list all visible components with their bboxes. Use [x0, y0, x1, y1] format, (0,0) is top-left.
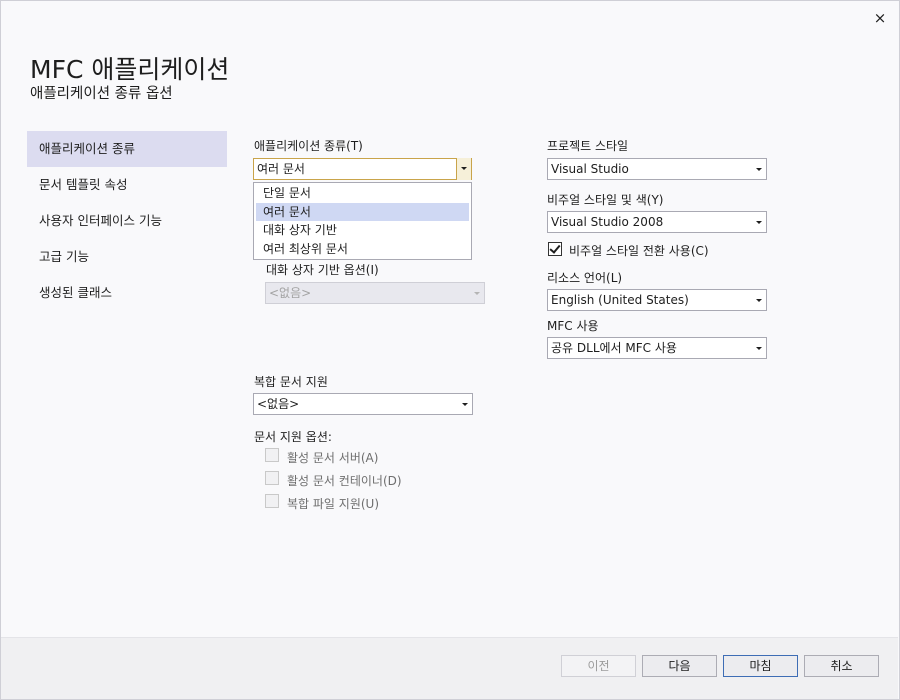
nav-item-generated-classes[interactable]: 생성된 클래스 — [27, 275, 227, 311]
active-doc-container-label: 활성 문서 컨테이너(D) — [287, 474, 402, 488]
chevron-down-icon[interactable] — [752, 338, 766, 358]
active-doc-server-label: 활성 문서 서버(A) — [287, 451, 379, 465]
mfc-use-select[interactable]: 공유 DLL에서 MFC 사용 — [547, 337, 767, 359]
mfc-use-label: MFC 사용 — [547, 319, 599, 333]
compound-doc-select[interactable]: <없음> — [253, 393, 473, 415]
cancel-button[interactable]: 취소 — [804, 655, 879, 677]
dialog-options-select: <없음> — [265, 282, 485, 304]
mfc-use-value: 공유 DLL에서 MFC 사용 — [551, 341, 677, 355]
nav-item-document-template[interactable]: 문서 템플릿 속성 — [27, 167, 227, 203]
app-type-value: 여러 문서 — [257, 162, 305, 176]
dialog-options-label: 대화 상자 기반 옵션(I) — [266, 263, 379, 277]
app-type-option-dialog[interactable]: 대화 상자 기반 — [256, 221, 469, 240]
chevron-down-icon[interactable] — [456, 158, 471, 180]
compound-doc-label: 복합 문서 지원 — [254, 375, 328, 389]
project-style-select[interactable]: Visual Studio — [547, 158, 767, 180]
resource-language-select[interactable]: English (United States) — [547, 289, 767, 311]
project-style-value: Visual Studio — [551, 162, 629, 176]
app-type-dropdown-list: 단일 문서 여러 문서 대화 상자 기반 여러 최상위 문서 — [253, 182, 472, 260]
finish-button[interactable]: 마침 — [723, 655, 798, 677]
compound-file-label: 복합 파일 지원(U) — [287, 497, 380, 511]
project-style-label: 프로젝트 스타일 — [547, 139, 629, 153]
app-type-label: 애플리케이션 종류(T) — [254, 139, 363, 153]
chevron-down-icon — [470, 283, 484, 303]
app-type-option-single[interactable]: 단일 문서 — [256, 184, 469, 203]
page-title: MFC 애플리케이션 — [30, 55, 230, 84]
dialog-options-value: <없음> — [269, 286, 312, 300]
visual-style-label: 비주얼 스타일 및 색(Y) — [547, 193, 664, 207]
doc-support-label: 문서 지원 옵션: — [254, 430, 332, 444]
app-type-select[interactable]: 여러 문서 — [253, 158, 472, 180]
nav-item-user-interface[interactable]: 사용자 인터페이스 기능 — [27, 203, 227, 239]
nav-item-advanced[interactable]: 고급 기능 — [27, 239, 227, 275]
page-subtitle: 애플리케이션 종류 옵션 — [30, 86, 173, 102]
app-type-option-multiple[interactable]: 여러 문서 — [256, 202, 469, 221]
compound-file-checkbox — [265, 494, 279, 508]
visual-style-select[interactable]: Visual Studio 2008 — [547, 211, 767, 233]
style-switch-checkbox[interactable] — [548, 242, 562, 256]
next-button[interactable]: 다음 — [642, 655, 717, 677]
nav-item-application-type[interactable]: 애플리케이션 종류 — [27, 131, 227, 167]
chevron-down-icon[interactable] — [752, 290, 766, 310]
wizard-nav: 애플리케이션 종류 문서 템플릿 속성 사용자 인터페이스 기능 고급 기능 생… — [27, 131, 227, 311]
chevron-down-icon[interactable] — [752, 159, 766, 179]
active-doc-server-checkbox — [265, 448, 279, 462]
resource-language-label: 리소스 언어(L) — [547, 271, 623, 285]
chevron-down-icon[interactable] — [458, 394, 472, 414]
active-doc-container-checkbox — [265, 471, 279, 485]
visual-style-value: Visual Studio 2008 — [551, 215, 664, 229]
resource-language-value: English (United States) — [551, 293, 689, 307]
prev-button: 이전 — [561, 655, 636, 677]
close-icon[interactable]: × — [871, 9, 889, 27]
compound-doc-value: <없음> — [257, 397, 300, 411]
chevron-down-icon[interactable] — [752, 212, 766, 232]
app-type-option-multi-top[interactable]: 여러 최상위 문서 — [256, 240, 469, 259]
style-switch-label: 비주얼 스타일 전환 사용(C) — [569, 244, 709, 258]
